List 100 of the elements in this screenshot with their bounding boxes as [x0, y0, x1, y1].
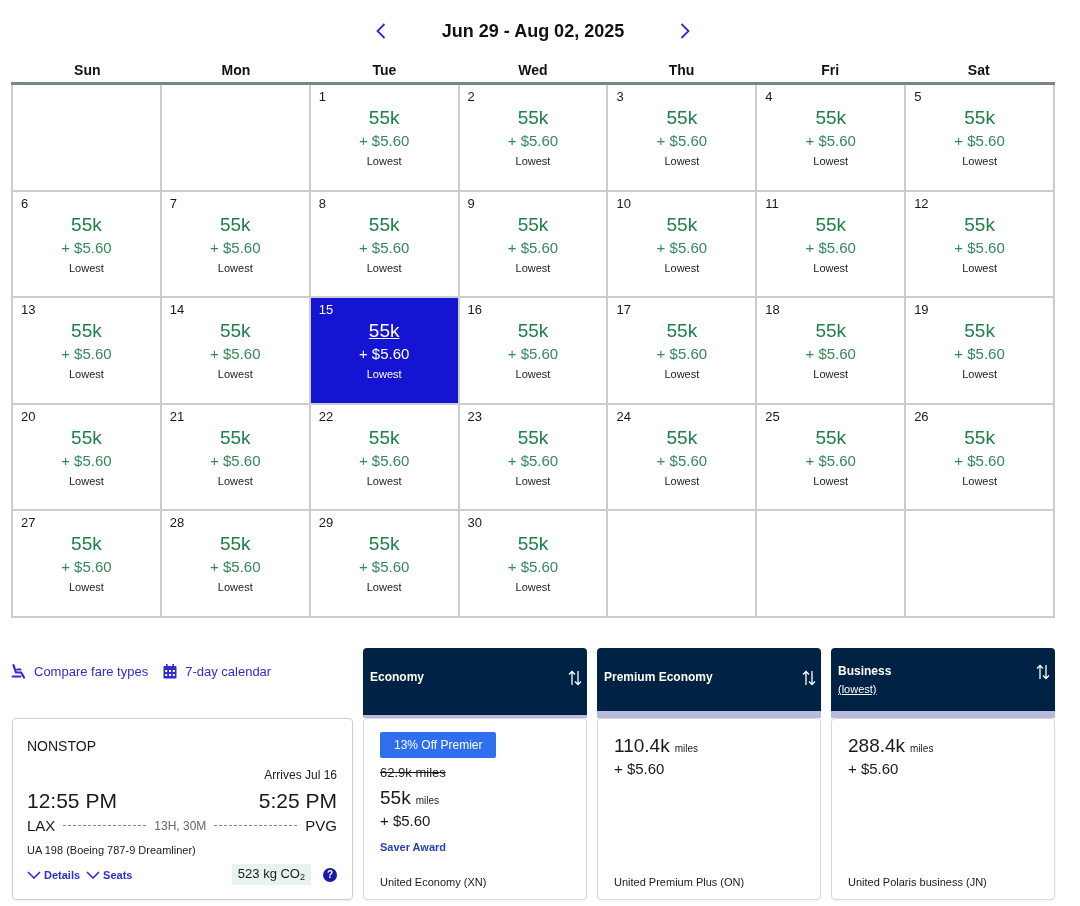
day-cell[interactable]: 6 55k + $5.60 Lowest	[13, 191, 160, 297]
miles-price: 55k	[219, 213, 251, 236]
fee-price: + $5.60	[61, 451, 112, 470]
fee-price: + $5.60	[656, 451, 708, 470]
day-cell[interactable]: 9 55k + $5.60 Lowest	[459, 191, 607, 297]
fee-amount: + $5.60	[380, 811, 431, 830]
fee-price: + $5.60	[210, 451, 261, 470]
day-cell[interactable]: 29 55k + $5.60 Lowest	[310, 511, 458, 616]
date-range-title: Jun 29 - Aug 02, 2025	[441, 20, 625, 42]
fee-price: + $5.60	[656, 345, 708, 364]
day-cell[interactable]: 23 55k + $5.60 Lowest	[459, 404, 607, 510]
cabin-title: Business	[838, 662, 892, 679]
fare-note: Lowest	[69, 580, 104, 595]
day-number: 2	[467, 89, 475, 105]
day-number: 18	[765, 302, 780, 319]
day-cell[interactable]: 7 55k + $5.60 Lowest	[161, 191, 309, 297]
fare-class: United Premium Plus (ON)	[614, 874, 745, 889]
day-cell[interactable]: 22 55k + $5.60 Lowest	[310, 404, 458, 510]
fee-price: + $5.60	[656, 238, 708, 257]
fare-types-link[interactable]: Compare fare types	[11, 664, 149, 680]
original-miles: 62.9k miles	[380, 764, 446, 781]
fare-card[interactable]: 288.4k miles + $5.60 United Polaris business (JN)	[831, 717, 1055, 900]
fare-card[interactable]: 110.4k miles + $5.60 United Premium Plus (ON)	[597, 717, 821, 900]
day-cell[interactable]: 28 55k + $5.60 Lowest	[161, 511, 309, 616]
day-cell[interactable]: 10 55k + $5.60 Lowest	[608, 191, 756, 297]
day-cell[interactable]: 4 55k + $5.60 Lowest	[757, 85, 905, 190]
miles-price: 55k	[368, 107, 400, 129]
weekday-label: Tue	[371, 62, 398, 78]
miles-price: 55k	[368, 213, 400, 236]
day-cell[interactable]: 3 55k + $5.60 Lowest	[608, 85, 756, 190]
miles-price: 55k	[964, 107, 995, 129]
fare-note: Lowest	[366, 367, 402, 382]
chevron-left-icon[interactable]	[375, 23, 386, 39]
day-number: 26	[914, 408, 929, 425]
day-cell[interactable]: 19 55k + $5.60 Lowest	[906, 298, 1053, 403]
day-cell[interactable]: 15 55k + $5.60 Lowest	[310, 298, 458, 403]
chevron-right-icon[interactable]	[680, 23, 691, 39]
day-cell[interactable]: 11 55k + $5.60 Lowest	[757, 191, 905, 297]
calendar-view-link[interactable]: 7-day calendar	[163, 664, 272, 680]
day-cell[interactable]: 5 55k + $5.60 Lowest	[906, 85, 1053, 190]
day-number: 23	[467, 408, 483, 425]
fee-price: + $5.60	[805, 238, 856, 257]
sort-icon[interactable]	[802, 669, 816, 686]
lowest-fare-link[interactable]: (lowest)	[838, 680, 877, 697]
fare-note: Lowest	[515, 154, 551, 168]
miles-price: 55k	[964, 426, 995, 449]
fare-note: Lowest	[515, 473, 551, 488]
day-cell[interactable]: 30 55k + $5.60 Lowest	[459, 511, 607, 616]
day-number: 17	[616, 302, 631, 319]
fee-price: + $5.60	[507, 132, 559, 150]
miles-price: 55k	[71, 320, 102, 343]
day-cell[interactable]: 21 55k + $5.60 Lowest	[161, 404, 309, 510]
day-cell[interactable]: 1 55k + $5.60 Lowest	[310, 85, 458, 190]
fee-price: + $5.60	[358, 558, 410, 577]
fare-note: Lowest	[962, 260, 997, 275]
day-cell[interactable]: 14 55k + $5.60 Lowest	[161, 298, 309, 403]
day-number: 10	[616, 195, 631, 212]
fare-note: Lowest	[664, 367, 700, 382]
fare-note: Lowest	[515, 367, 551, 382]
weekday-label: Mon	[220, 62, 252, 78]
sort-icon[interactable]	[1036, 663, 1050, 680]
weekday-label: Thu	[667, 62, 696, 78]
fare-note: Lowest	[813, 260, 849, 275]
day-cell[interactable]: 27 55k + $5.60 Lowest	[13, 511, 160, 616]
sort-icon[interactable]	[568, 669, 582, 686]
miles-amount: 55k	[380, 786, 411, 809]
help-button[interactable]: ?	[323, 867, 337, 882]
day-number: 30	[467, 515, 483, 532]
day-cell[interactable]: 17 55k + $5.60 Lowest	[608, 298, 756, 403]
day-cell[interactable]: 25 55k + $5.60 Lowest	[757, 404, 905, 510]
fare-card[interactable]: 13% Off Premier 62.9k miles 55k miles + $5.60 Saver Award United Economy (XN)	[363, 717, 587, 900]
miles-amount: 288.4k	[848, 734, 906, 757]
day-number: 27	[21, 515, 36, 532]
day-number: 14	[169, 302, 185, 319]
day-cell[interactable]: 13 55k + $5.60 Lowest	[13, 298, 160, 403]
day-cell[interactable]: 12 55k + $5.60 Lowest	[906, 191, 1053, 297]
weekday-label: Sat	[966, 62, 991, 78]
fee-price: + $5.60	[210, 238, 261, 257]
fare-note: Lowest	[217, 473, 253, 488]
fee-price: + $5.60	[358, 132, 410, 150]
miles-price: 55k	[666, 320, 698, 343]
day-number: 7	[169, 195, 178, 212]
award-type: Saver Award	[380, 839, 447, 854]
day-cell[interactable]: 20 55k + $5.60 Lowest	[13, 404, 160, 510]
day-number: 1	[318, 89, 326, 105]
departure-time: 12:55 PM	[27, 788, 117, 813]
weekday-label: Sun	[73, 62, 102, 78]
day-cell[interactable]: 16 55k + $5.60 Lowest	[459, 298, 607, 403]
fare-note: Lowest	[217, 580, 253, 595]
day-cell[interactable]: 24 55k + $5.60 Lowest	[608, 404, 756, 510]
miles-price: 55k	[666, 107, 698, 129]
expand-toggle[interactable]: Seats	[86, 868, 133, 881]
day-cell[interactable]: 18 55k + $5.60 Lowest	[757, 298, 905, 403]
fee-price: + $5.60	[507, 558, 559, 577]
fare-note: Lowest	[813, 367, 849, 382]
fee-price: + $5.60	[210, 345, 261, 364]
day-cell[interactable]: 8 55k + $5.60 Lowest	[310, 191, 458, 297]
day-cell[interactable]: 2 55k + $5.60 Lowest	[459, 85, 607, 190]
expand-toggle[interactable]: Details	[27, 868, 81, 881]
day-cell[interactable]: 26 55k + $5.60 Lowest	[906, 404, 1053, 510]
